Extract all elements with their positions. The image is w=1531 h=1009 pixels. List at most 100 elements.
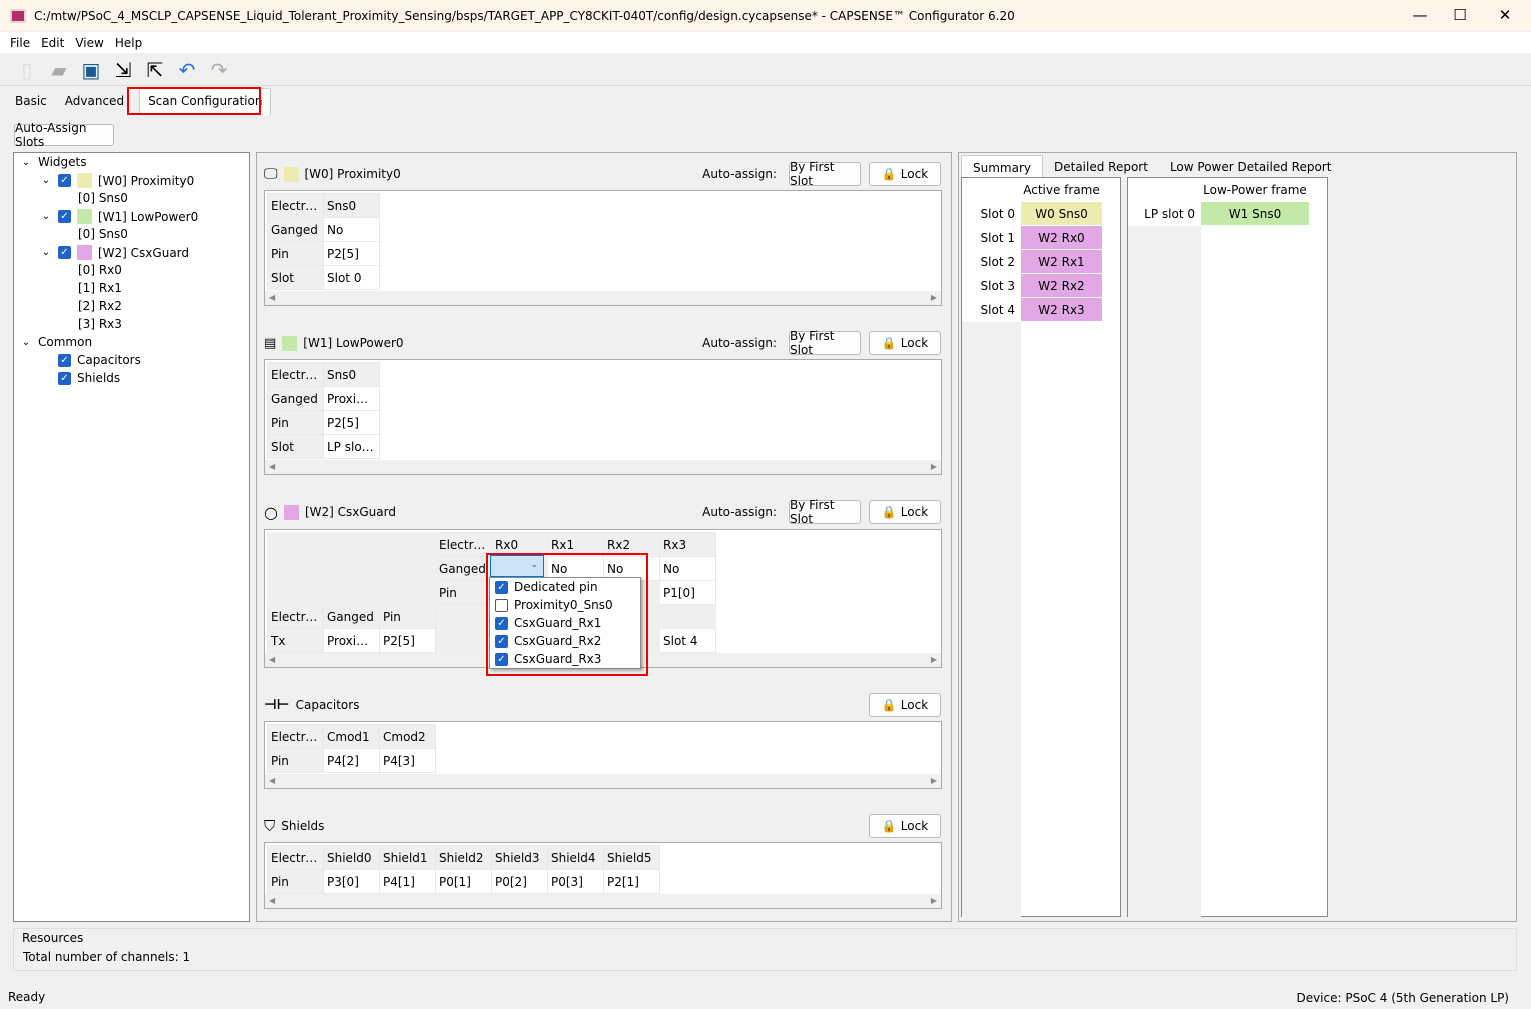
horizontal-scrollbar[interactable]: ◀ ▶: [265, 774, 941, 788]
empty-cell: [323, 556, 380, 581]
lock-button[interactable]: 🔒 Lock: [869, 814, 941, 838]
menu-file[interactable]: File: [10, 36, 30, 50]
lock-button[interactable]: 🔒 Lock: [869, 500, 941, 524]
tab-scan-configuration[interactable]: Scan Configuration: [139, 88, 272, 115]
table-cell[interactable]: P3[0]: [323, 869, 380, 894]
menu-edit[interactable]: Edit: [41, 36, 64, 50]
open-icon[interactable]: ▰: [46, 57, 72, 83]
table-cell[interactable]: P0[3]: [547, 869, 604, 894]
table-header-cell: Electrode: [435, 532, 492, 557]
tree-node-sensor[interactable]: [0] Rx0: [78, 263, 122, 277]
checkbox-checked-icon[interactable]: ✓: [495, 580, 508, 594]
lock-icon: 🔒: [881, 505, 897, 519]
tree-node-widgets[interactable]: ⌄ Widgets: [20, 155, 87, 169]
checkbox[interactable]: ✓: [58, 353, 71, 367]
dropdown-option[interactable]: ✓ CsxGuard_Rx2: [490, 632, 640, 650]
dropdown-option[interactable]: ✓ Dedicated pin: [490, 578, 640, 596]
table-cell[interactable]: Slot 4: [659, 628, 716, 653]
lock-label: Lock: [900, 336, 929, 350]
table-cell[interactable]: No: [659, 556, 716, 581]
tree-node-sensor[interactable]: [0] Sns0: [78, 191, 128, 205]
slot-assignment[interactable]: W2 Rx1: [1021, 250, 1102, 274]
slot-assignment[interactable]: W0 Sns0: [1021, 202, 1102, 226]
horizontal-scrollbar[interactable]: ◀ ▶: [265, 291, 941, 305]
chevron-down-icon[interactable]: ⌄: [40, 211, 52, 222]
undo-icon[interactable]: ↶: [174, 57, 200, 83]
table-cell[interactable]: P4[1]: [379, 869, 436, 894]
auto-assign-slots-button[interactable]: Auto-Assign Slots: [14, 121, 114, 149]
lock-button[interactable]: 🔒 Lock: [869, 162, 941, 186]
tab-basic[interactable]: Basic: [6, 88, 56, 115]
redo-icon[interactable]: ↷: [206, 57, 232, 83]
table-cell[interactable]: P0[1]: [435, 869, 492, 894]
tree-node-sensor[interactable]: [1] Rx1: [78, 281, 122, 295]
checkbox[interactable]: ✓: [58, 174, 71, 187]
checkbox-checked-icon[interactable]: ✓: [495, 634, 508, 648]
slot-assignment[interactable]: W1 Sns0: [1201, 202, 1309, 226]
tree-node-shields[interactable]: ✓ Shields: [58, 371, 120, 385]
empty-cell: [323, 580, 380, 605]
lock-button[interactable]: 🔒 Lock: [869, 331, 941, 355]
dropdown-option[interactable]: Proximity0_Sns0: [490, 596, 640, 614]
table-cell[interactable]: P0[2]: [491, 869, 548, 894]
horizontal-scrollbar[interactable]: ◀ ▶: [265, 894, 941, 908]
lock-label: Lock: [900, 698, 929, 712]
tree-node-common[interactable]: ⌄ Common: [20, 335, 92, 349]
tree-node-w2[interactable]: ⌄ ✓ [W2] CsxGuard: [40, 245, 189, 260]
save-icon[interactable]: ▣: [78, 57, 104, 83]
maximize-button[interactable]: ☐: [1445, 6, 1475, 24]
menu-view[interactable]: View: [75, 36, 103, 50]
chevron-down-icon[interactable]: ⌄: [20, 337, 32, 348]
tree-node-sensor[interactable]: [2] Rx2: [78, 299, 122, 313]
table-header-cell: Cmod1: [323, 724, 380, 749]
table-cell[interactable]: P2[1]: [603, 869, 660, 894]
table-cell[interactable]: P2[5]: [323, 241, 380, 266]
tab-advanced[interactable]: Advanced: [56, 88, 133, 115]
table-header-cell: Electrode: [267, 193, 324, 218]
new-icon[interactable]: ▯: [14, 57, 40, 83]
slot-assignment[interactable]: W2 Rx0: [1021, 226, 1102, 250]
checkbox[interactable]: ✓: [58, 210, 71, 223]
tree-node-sensor[interactable]: [0] Sns0: [78, 227, 128, 241]
ganged-dropdown[interactable]: ⌄: [490, 555, 544, 577]
table-cell[interactable]: Proxim...: [323, 628, 380, 653]
tree-node-w1[interactable]: ⌄ ✓ [W1] LowPower0: [40, 209, 198, 224]
chevron-down-icon[interactable]: ⌄: [40, 175, 52, 186]
chevron-down-icon[interactable]: ⌄: [40, 247, 52, 258]
minimize-button[interactable]: —: [1405, 6, 1435, 24]
checkbox[interactable]: ✓: [58, 371, 71, 385]
by-first-slot-button[interactable]: By First Slot: [789, 498, 861, 526]
checkbox-unchecked-icon[interactable]: [495, 598, 508, 612]
close-button[interactable]: ✕: [1490, 6, 1520, 24]
table-cell[interactable]: P2[5]: [379, 628, 436, 653]
table-cell[interactable]: Proxim...: [323, 386, 380, 411]
checkbox[interactable]: ✓: [58, 246, 71, 259]
slot-assignment[interactable]: W2 Rx2: [1021, 274, 1102, 298]
chevron-down-icon[interactable]: ⌄: [20, 157, 32, 168]
by-first-slot-button[interactable]: By First Slot: [789, 329, 861, 357]
checkbox-checked-icon[interactable]: ✓: [495, 652, 508, 666]
tree-node-w0[interactable]: ⌄ ✓ [W0] Proximity0: [40, 173, 194, 188]
table-cell[interactable]: Slot 0: [323, 265, 380, 290]
table-header-cell: Shield3: [491, 845, 548, 870]
by-first-slot-button[interactable]: By First Slot: [789, 160, 861, 188]
table-cell[interactable]: P4[3]: [379, 748, 436, 773]
dropdown-option[interactable]: ✓ CsxGuard_Rx1: [490, 614, 640, 632]
menu-help[interactable]: Help: [115, 36, 142, 50]
checkbox-checked-icon[interactable]: ✓: [495, 616, 508, 630]
export-icon[interactable]: ⇱: [142, 57, 168, 83]
table-cell[interactable]: LP slot 0: [323, 434, 380, 459]
horizontal-scrollbar[interactable]: ◀ ▶: [265, 460, 941, 474]
table-cell[interactable]: No: [323, 217, 380, 242]
table-row: Pin P2[5]: [267, 241, 380, 266]
table-cell[interactable]: P2[5]: [323, 410, 380, 435]
slot-assignment[interactable]: W2 Rx3: [1021, 298, 1102, 322]
import-icon[interactable]: ⇲: [110, 57, 136, 83]
table-cell[interactable]: P1[0]: [659, 580, 716, 605]
dropdown-option[interactable]: ✓ CsxGuard_Rx3: [490, 650, 640, 668]
table-cell[interactable]: P4[2]: [323, 748, 380, 773]
tree-node-capacitors[interactable]: ✓ Capacitors: [58, 353, 141, 367]
lock-button[interactable]: 🔒 Lock: [869, 693, 941, 717]
tree-node-sensor[interactable]: [3] Rx3: [78, 317, 122, 331]
empty-cell: [267, 580, 324, 605]
